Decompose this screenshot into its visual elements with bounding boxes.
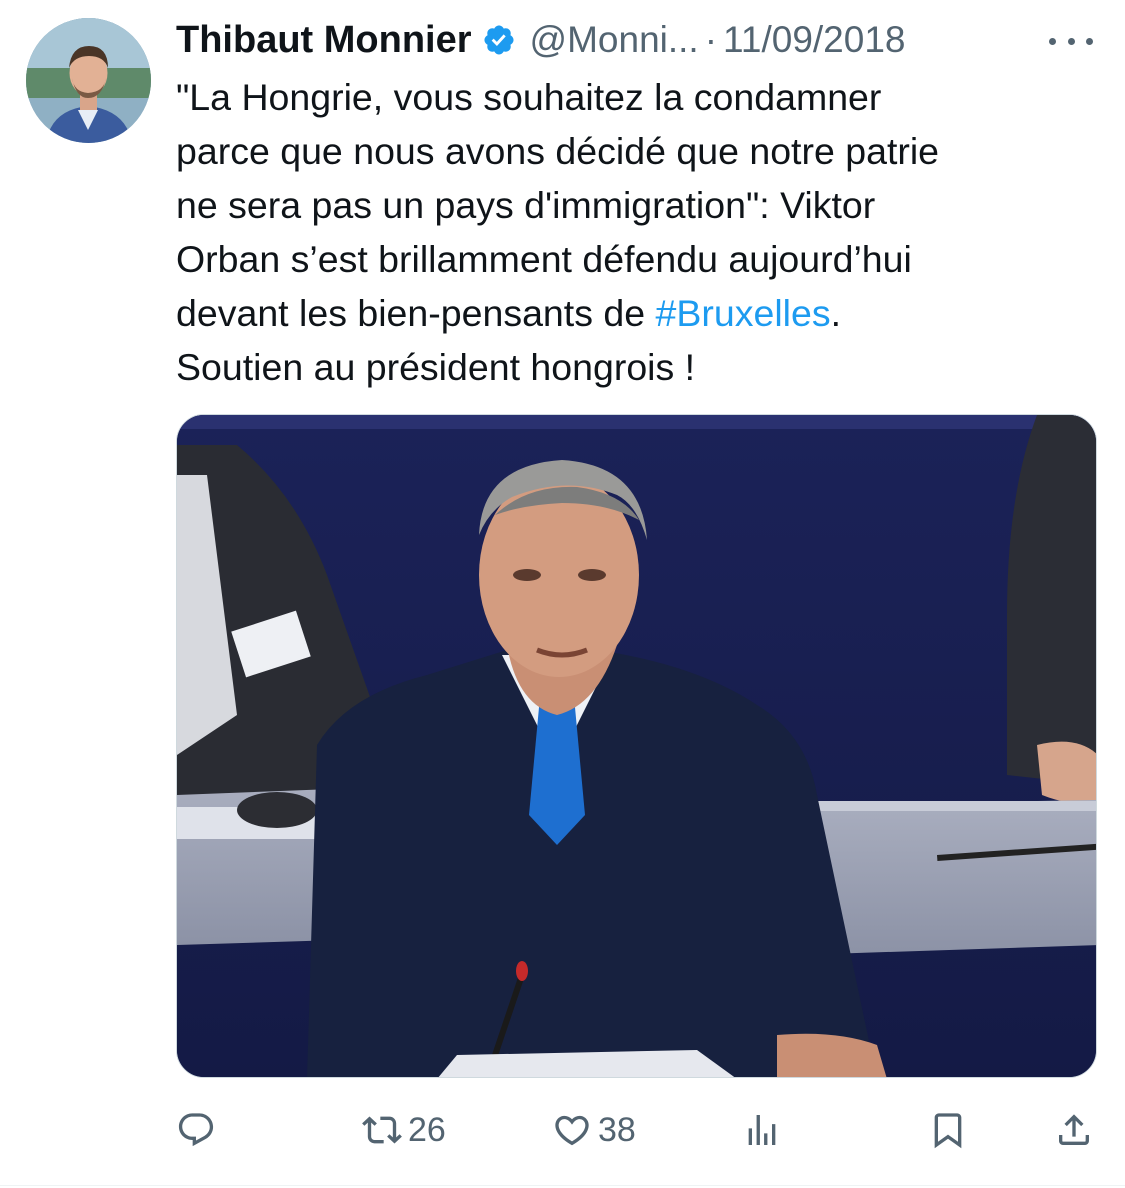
bookmark-button[interactable]	[928, 1100, 968, 1160]
share-icon	[1059, 1114, 1089, 1145]
tweet-text-line: parce que nous avons décidé que notre pa…	[176, 130, 940, 172]
like-count: 38	[598, 1110, 636, 1149]
tweet-text-line: "La Hongrie, vous souhaitez la condamner	[176, 76, 882, 118]
tweet-text-line: Orban s’est brillamment défendu aujourd’…	[176, 238, 912, 280]
more-dot	[1049, 37, 1056, 45]
views-icon	[748, 1115, 776, 1145]
tweet-date[interactable]: 11/09/2018	[723, 19, 905, 61]
tweet: Thibaut Monnier @Monni... · 11/09/2018 "…	[0, 0, 1125, 1188]
reply-button[interactable]	[176, 1100, 222, 1160]
tweet-media-photo[interactable]	[176, 414, 1097, 1078]
header-separator: ·	[704, 19, 718, 60]
author-handle[interactable]: @Monni...	[530, 19, 699, 61]
tweet-header: Thibaut Monnier @Monni... · 11/09/2018	[176, 14, 1095, 66]
tweet-text: "La Hongrie, vous souhaitez la condamner…	[176, 70, 1086, 394]
tweet-text-line: ne sera pas un pays d'immigration": Vikt…	[176, 184, 876, 226]
tweet-text-line: Soutien au président hongrois !	[176, 346, 696, 388]
author-avatar[interactable]	[26, 18, 151, 143]
retweet-button[interactable]: 26	[362, 1100, 446, 1160]
tweet-text-segment: .	[830, 292, 842, 334]
author-name[interactable]: Thibaut Monnier	[176, 19, 472, 62]
photo-man-speaking-icon	[177, 415, 1096, 1077]
heart-icon	[555, 1115, 589, 1146]
divider	[0, 1185, 1125, 1186]
share-button[interactable]	[1054, 1100, 1094, 1160]
bookmark-icon	[934, 1113, 962, 1149]
tweet-text-segment: devant les bien-pensants de	[176, 292, 656, 334]
reply-icon	[178, 1113, 214, 1147]
tweet-actions: 26 38	[176, 1100, 1097, 1160]
retweet-icon	[362, 1116, 402, 1144]
more-dot	[1086, 37, 1093, 45]
like-button[interactable]: 38	[552, 1100, 636, 1160]
more-options-icon[interactable]	[1049, 24, 1093, 58]
verified-badge-icon[interactable]	[482, 23, 516, 57]
more-dot	[1067, 37, 1075, 45]
retweet-count: 26	[408, 1110, 446, 1149]
hashtag-link[interactable]: #Bruxelles	[656, 292, 831, 334]
tweet-text-line: devant les bien-pensants de #Bruxelles.	[176, 286, 1086, 340]
views-button[interactable]	[742, 1100, 788, 1160]
avatar-photo	[26, 18, 151, 143]
